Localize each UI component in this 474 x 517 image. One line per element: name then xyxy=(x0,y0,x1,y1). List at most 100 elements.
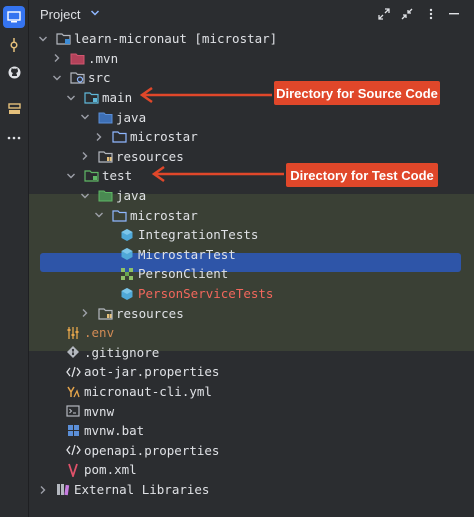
tree-node-label: External Libraries xyxy=(74,482,210,498)
tree-node-integration-tests[interactable]: IntegrationTests xyxy=(29,225,474,245)
folder-java-test-icon xyxy=(97,188,113,204)
properties-file-icon xyxy=(65,442,81,458)
options-button[interactable] xyxy=(424,7,438,21)
tree-node-person-client[interactable]: PersonClient xyxy=(29,264,474,284)
tree-node-microstar-test[interactable]: MicrostarTest xyxy=(29,245,474,265)
tree-node-pom-xml[interactable]: pom.xml xyxy=(29,460,474,480)
tree-node-label: PersonClient xyxy=(138,266,229,282)
tree-node-label: .mvn xyxy=(88,50,119,66)
minimize-icon xyxy=(449,13,459,15)
yaml-file-icon xyxy=(65,384,81,400)
tree-node-gitignore[interactable]: .gitignore xyxy=(29,343,474,363)
chevron-down-icon[interactable] xyxy=(79,111,91,123)
chevron-right-icon[interactable] xyxy=(51,52,63,64)
tree-node-project-root[interactable]: learn-micronaut [microstar] xyxy=(29,29,474,49)
expand-all-button[interactable] xyxy=(377,7,391,21)
tree-node-label: resources xyxy=(116,305,184,321)
commit-icon xyxy=(10,38,18,52)
tree-node-main-package[interactable]: microstar xyxy=(29,127,474,147)
structure-icon xyxy=(7,103,21,114)
tree-node-label: IntegrationTests xyxy=(138,227,259,243)
shell-script-icon xyxy=(65,403,81,419)
tree-node-env[interactable]: .env xyxy=(29,323,474,343)
project-panel: Project learn-micronaut [microstar] .mvn xyxy=(29,0,474,517)
tree-node-label: src xyxy=(88,70,111,86)
chevron-down-icon[interactable] xyxy=(65,92,77,104)
tree-node-label: pom.xml xyxy=(84,462,137,478)
tree-node-label: .env xyxy=(84,325,115,341)
tree-node-mvn[interactable]: .mvn xyxy=(29,49,474,69)
test-class-icon xyxy=(119,286,135,302)
test-code-callout: Directory for Test Code xyxy=(286,163,438,187)
project-tool-button[interactable] xyxy=(3,6,25,28)
tree-node-main-java[interactable]: java xyxy=(29,107,474,127)
chevron-right-icon[interactable] xyxy=(79,307,91,319)
tree-node-label: .gitignore xyxy=(84,344,160,360)
test-class-icon xyxy=(119,246,135,262)
tree-node-test-resources[interactable]: resources xyxy=(29,303,474,323)
source-annotation-arrow xyxy=(139,86,272,104)
package-icon xyxy=(111,207,127,223)
commit-tool-button[interactable] xyxy=(3,34,25,56)
more-icon xyxy=(7,136,21,140)
tool-window-strip xyxy=(0,0,29,517)
tree-node-label: aot-jar.properties xyxy=(84,364,220,380)
collapse-icon xyxy=(401,8,413,20)
chevron-right-icon[interactable] xyxy=(93,131,105,143)
tree-node-person-service-tests[interactable]: PersonServiceTests xyxy=(29,284,474,304)
github-tool-button[interactable] xyxy=(3,61,25,83)
tree-node-label: microstar xyxy=(130,207,198,223)
hide-panel-button[interactable] xyxy=(447,7,461,21)
properties-file-icon xyxy=(65,364,81,380)
tree-node-label: openapi.properties xyxy=(84,442,220,458)
tree-node-label: resources xyxy=(116,148,184,164)
panel-header: Project xyxy=(29,0,474,30)
tree-node-aot-jar-properties[interactable]: aot-jar.properties xyxy=(29,362,474,382)
chevron-down-icon[interactable] xyxy=(93,209,105,221)
folder-resources-icon xyxy=(97,305,113,321)
tree-node-label: main xyxy=(102,90,133,106)
more-tools-button[interactable] xyxy=(3,127,25,149)
tree-node-test-java[interactable]: java xyxy=(29,186,474,206)
folder-source-icon xyxy=(83,90,99,106)
env-file-icon xyxy=(65,325,81,341)
chevron-down-icon[interactable] xyxy=(90,9,100,17)
vertical-dots-icon xyxy=(429,8,433,20)
tree-node-label: mvnw xyxy=(84,403,115,419)
tree-node-label: PersonServiceTests xyxy=(138,286,274,302)
folder-resources-icon xyxy=(97,148,113,164)
structure-tool-button[interactable] xyxy=(3,98,25,120)
tree-node-label: test xyxy=(102,168,133,184)
chevron-down-icon[interactable] xyxy=(65,170,77,182)
folder-source-root-icon xyxy=(69,70,85,86)
tree-node-label: java xyxy=(116,109,147,125)
tree-node-micronaut-cli-yml[interactable]: micronaut-cli.yml xyxy=(29,382,474,402)
chevron-right-icon[interactable] xyxy=(79,150,91,162)
test-class-icon xyxy=(119,227,135,243)
tree-node-label: learn-micronaut [microstar] xyxy=(74,31,278,47)
folder-test-icon xyxy=(83,168,99,184)
collapse-all-button[interactable] xyxy=(400,7,414,21)
test-annotation-arrow xyxy=(151,165,284,183)
package-icon xyxy=(111,129,127,145)
tree-node-label: mvnw.bat xyxy=(84,423,145,439)
folder-java-source-icon xyxy=(97,109,113,125)
folder-excluded-icon xyxy=(69,50,85,66)
tree-node-external-libraries[interactable]: External Libraries xyxy=(29,480,474,500)
tree-node-label: java xyxy=(116,188,147,204)
panel-title[interactable]: Project xyxy=(40,7,80,22)
chevron-down-icon[interactable] xyxy=(79,190,91,202)
expand-icon xyxy=(378,8,390,20)
maven-icon xyxy=(65,462,81,478)
libraries-icon xyxy=(55,482,71,498)
tree-node-label: MicrostarTest xyxy=(138,246,236,262)
gitignore-icon xyxy=(65,344,81,360)
tree-node-test-package[interactable]: microstar xyxy=(29,205,474,225)
tree-node-mvnw-bat[interactable]: mvnw.bat xyxy=(29,421,474,441)
chevron-right-icon[interactable] xyxy=(37,484,49,496)
chevron-down-icon[interactable] xyxy=(51,72,63,84)
tree-node-mvnw[interactable]: mvnw xyxy=(29,401,474,421)
tree-node-openapi-properties[interactable]: openapi.properties xyxy=(29,441,474,461)
chevron-down-icon[interactable] xyxy=(37,33,49,45)
interface-icon xyxy=(119,266,135,282)
